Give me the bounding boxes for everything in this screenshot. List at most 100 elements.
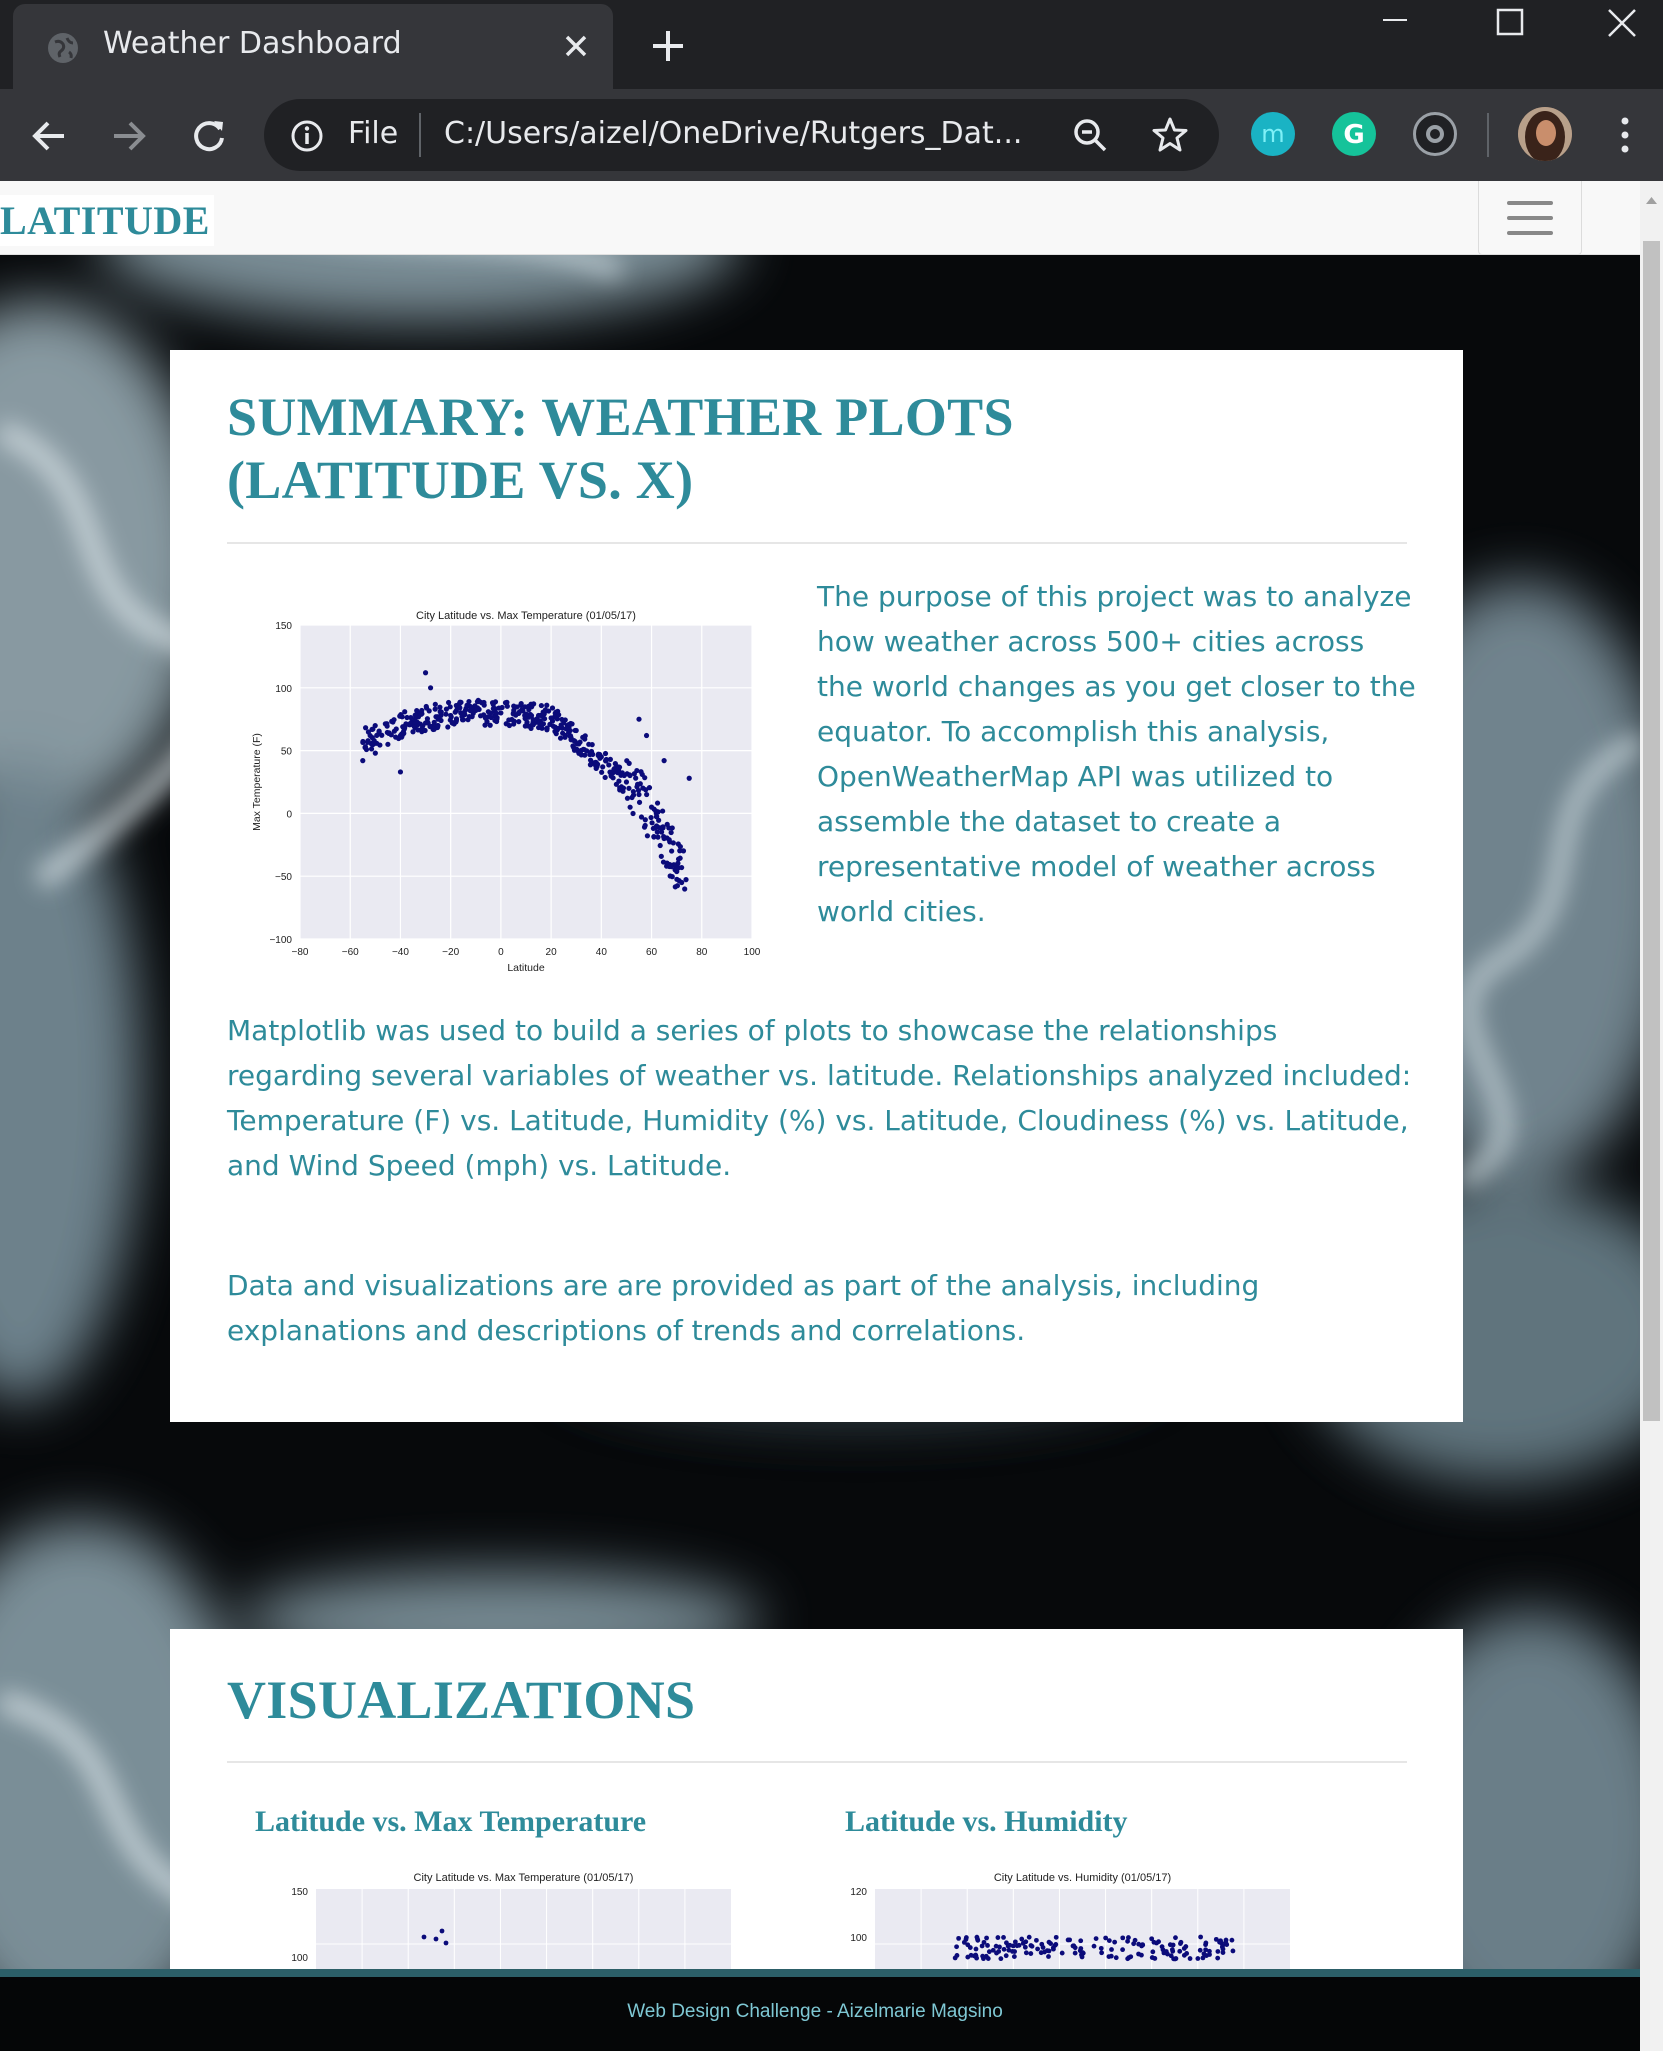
data-point	[649, 820, 655, 826]
thumbnail-point	[997, 1944, 1002, 1950]
data-point	[588, 749, 594, 755]
thumbnail-point	[1001, 1946, 1007, 1952]
reload-icon[interactable]	[186, 113, 232, 159]
data-point	[623, 779, 630, 785]
data-point	[374, 732, 380, 738]
address-url[interactable]: C:/Users/aizel/OneDrive/Rutgers_Dat...	[444, 116, 1022, 151]
data-point	[636, 791, 642, 798]
thumbnail-point	[995, 1935, 1001, 1940]
new-tab-icon[interactable]	[648, 26, 688, 66]
address-separator	[419, 113, 421, 157]
page-scrollbar[interactable]	[1640, 181, 1663, 2051]
data-point	[443, 711, 449, 717]
data-point	[668, 829, 674, 836]
data-point	[506, 717, 512, 723]
scrollbar-thumb[interactable]	[1643, 241, 1660, 1421]
thumbnail-point	[443, 1940, 449, 1946]
data-point	[653, 808, 659, 814]
navbar-brand[interactable]: LATITUDE	[0, 195, 214, 246]
data-point	[658, 853, 664, 859]
data-point	[449, 720, 455, 726]
address-bar[interactable]: File C:/Users/aizel/OneDrive/Rutgers_Dat…	[264, 99, 1219, 171]
forward-arrow-icon[interactable]	[106, 113, 152, 159]
data-point	[624, 758, 630, 764]
x-tick-label: −20	[442, 947, 459, 958]
data-point	[474, 699, 481, 705]
browser-tab[interactable]: Weather Dashboard	[13, 4, 613, 89]
viz-link-humidity[interactable]: Latitude vs. Humidity	[845, 1805, 1128, 1839]
x-tick-label: −60	[342, 947, 359, 958]
data-point	[473, 707, 479, 714]
visualizations-title: VISUALIZATIONS	[227, 1670, 696, 1730]
data-point	[535, 712, 542, 719]
data-point	[595, 761, 601, 767]
thumbnail-point	[973, 1946, 979, 1952]
data-point	[362, 744, 369, 750]
thumbnail-point	[1229, 1937, 1235, 1943]
thumbnail-point	[1051, 1946, 1056, 1952]
data-point	[529, 704, 535, 710]
minimize-window-icon[interactable]	[1375, 4, 1415, 44]
more-menu-icon[interactable]	[1610, 111, 1640, 159]
data-point	[669, 848, 675, 854]
visualizations-divider	[227, 1761, 1407, 1763]
viz-link-max-temperature[interactable]: Latitude vs. Max Temperature	[255, 1805, 646, 1839]
data-point	[677, 843, 683, 850]
data-point	[417, 721, 424, 727]
profile-avatar[interactable]	[1518, 107, 1572, 161]
grammarly-icon[interactable]: G	[1332, 112, 1376, 156]
x-tick-label: 0	[498, 947, 504, 958]
thumbnail-y-tick: 100	[850, 1933, 867, 1944]
data-point	[397, 769, 404, 775]
thumbnail-point	[1034, 1937, 1039, 1943]
data-point	[458, 699, 464, 705]
thumbnail-y-tick: 150	[291, 1887, 308, 1898]
scroll-up-arrow-icon[interactable]	[1645, 195, 1658, 205]
data-point	[674, 867, 680, 873]
back-arrow-icon[interactable]	[26, 113, 72, 159]
maximize-window-icon[interactable]	[1490, 4, 1530, 44]
data-point	[542, 707, 549, 713]
data-point	[679, 879, 685, 886]
x-tick-label: 100	[744, 947, 761, 958]
zoom-icon[interactable]	[1070, 115, 1110, 155]
data-point	[399, 714, 405, 720]
close-tab-icon[interactable]	[558, 28, 594, 64]
data-point	[580, 734, 586, 740]
thumbnail-title: City Latitude vs. Max Temperature (01/05…	[414, 1872, 634, 1884]
extension-m-icon[interactable]: m	[1251, 112, 1295, 156]
x-tick-label: 60	[646, 947, 658, 958]
thumbnail-point	[1187, 1956, 1193, 1961]
thumbnail-point	[1198, 1934, 1204, 1940]
bookmark-star-icon[interactable]	[1150, 115, 1190, 155]
data-point	[639, 771, 645, 778]
latitude-vs-temperature-chart: −80 −60 −40 −20 0 20 40 60 80 100 150 100 50 0 −50 −100…	[251, 610, 761, 974]
data-point	[633, 775, 639, 781]
data-point	[402, 709, 408, 715]
extension-circle-icon[interactable]	[1413, 112, 1457, 156]
thumbnail-point	[1177, 1948, 1183, 1954]
data-point	[372, 723, 378, 729]
thumbnail-point	[975, 1937, 981, 1943]
thumbnail-point	[1065, 1937, 1071, 1943]
data-point	[435, 716, 441, 722]
thumbnail-point	[1197, 1947, 1203, 1953]
thumbnail-point	[1023, 1939, 1029, 1945]
thumbnail-title: City Latitude vs. Humidity (01/05/17)	[994, 1872, 1171, 1884]
browser-toolbar: File C:/Users/aizel/OneDrive/Rutgers_Dat…	[0, 89, 1663, 181]
thumbnail-point	[1151, 1939, 1157, 1945]
thumbnail-point	[439, 1928, 445, 1934]
summary-chart[interactable]: −80 −60 −40 −20 0 20 40 60 80 100 150 100 50 0 −50 −100…	[227, 578, 777, 978]
thumbnail-point	[965, 1954, 971, 1960]
data-point	[493, 718, 500, 725]
info-icon[interactable]	[290, 119, 324, 153]
data-point	[598, 754, 604, 760]
close-window-icon[interactable]	[1603, 4, 1643, 44]
hamburger-menu-button[interactable]	[1478, 181, 1582, 255]
thumbnail-point	[1079, 1954, 1085, 1960]
data-point	[485, 709, 491, 715]
thumbnail-point	[1126, 1935, 1131, 1940]
summary-paragraph-3: Data and visualizations are are provided…	[227, 1269, 1260, 1347]
thumbnail-point	[963, 1937, 969, 1942]
thumbnail-point	[1011, 1954, 1017, 1959]
